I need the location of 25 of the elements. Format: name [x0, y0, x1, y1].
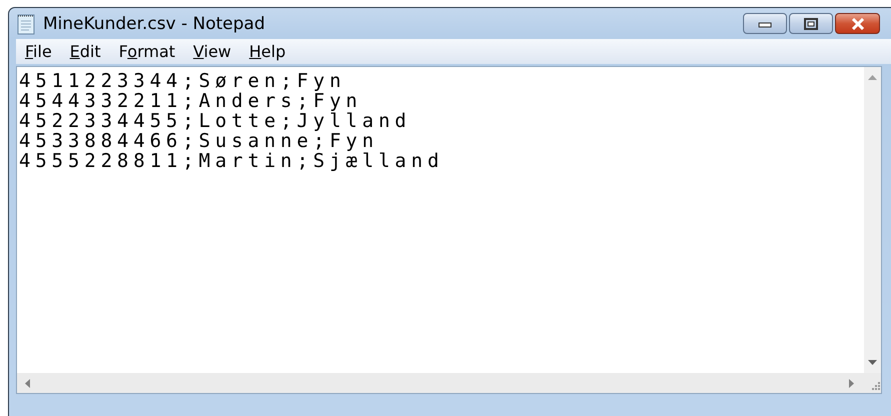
window-title: MineKunder.csv - Notepad [43, 14, 266, 34]
maximize-button[interactable] [789, 13, 833, 34]
text-line: 4544332211;Anders;Fyn [19, 91, 364, 111]
menu-item[interactable]: Format [112, 40, 182, 63]
text-line: 4533884466;Susanne;Fyn [19, 131, 378, 151]
resize-grip-icon[interactable] [869, 381, 881, 393]
vertical-scrollbar[interactable] [864, 67, 881, 373]
minimize-button[interactable] [743, 13, 787, 34]
horizontal-scrollbar[interactable] [17, 373, 864, 393]
notepad-icon [16, 12, 36, 34]
menu-item[interactable]: Edit [62, 40, 108, 63]
text-line: 4522334455;Lotte;Jylland [19, 111, 412, 131]
menu-item[interactable]: File [18, 40, 59, 63]
scroll-up-icon[interactable] [868, 75, 877, 80]
maximize-icon [804, 18, 818, 30]
minimize-icon [758, 20, 772, 28]
menu-item[interactable]: Help [242, 40, 293, 63]
text-line: 4511223344;Søren;Fyn [19, 71, 347, 91]
scroll-right-icon[interactable] [849, 378, 854, 388]
text-line: 4555228811;Martin;Sjælland [19, 151, 445, 171]
scroll-down-icon[interactable] [868, 360, 877, 365]
menu-item[interactable]: View [186, 40, 238, 63]
close-icon [850, 18, 866, 30]
scroll-left-icon[interactable] [25, 378, 30, 388]
close-button[interactable] [835, 13, 880, 34]
